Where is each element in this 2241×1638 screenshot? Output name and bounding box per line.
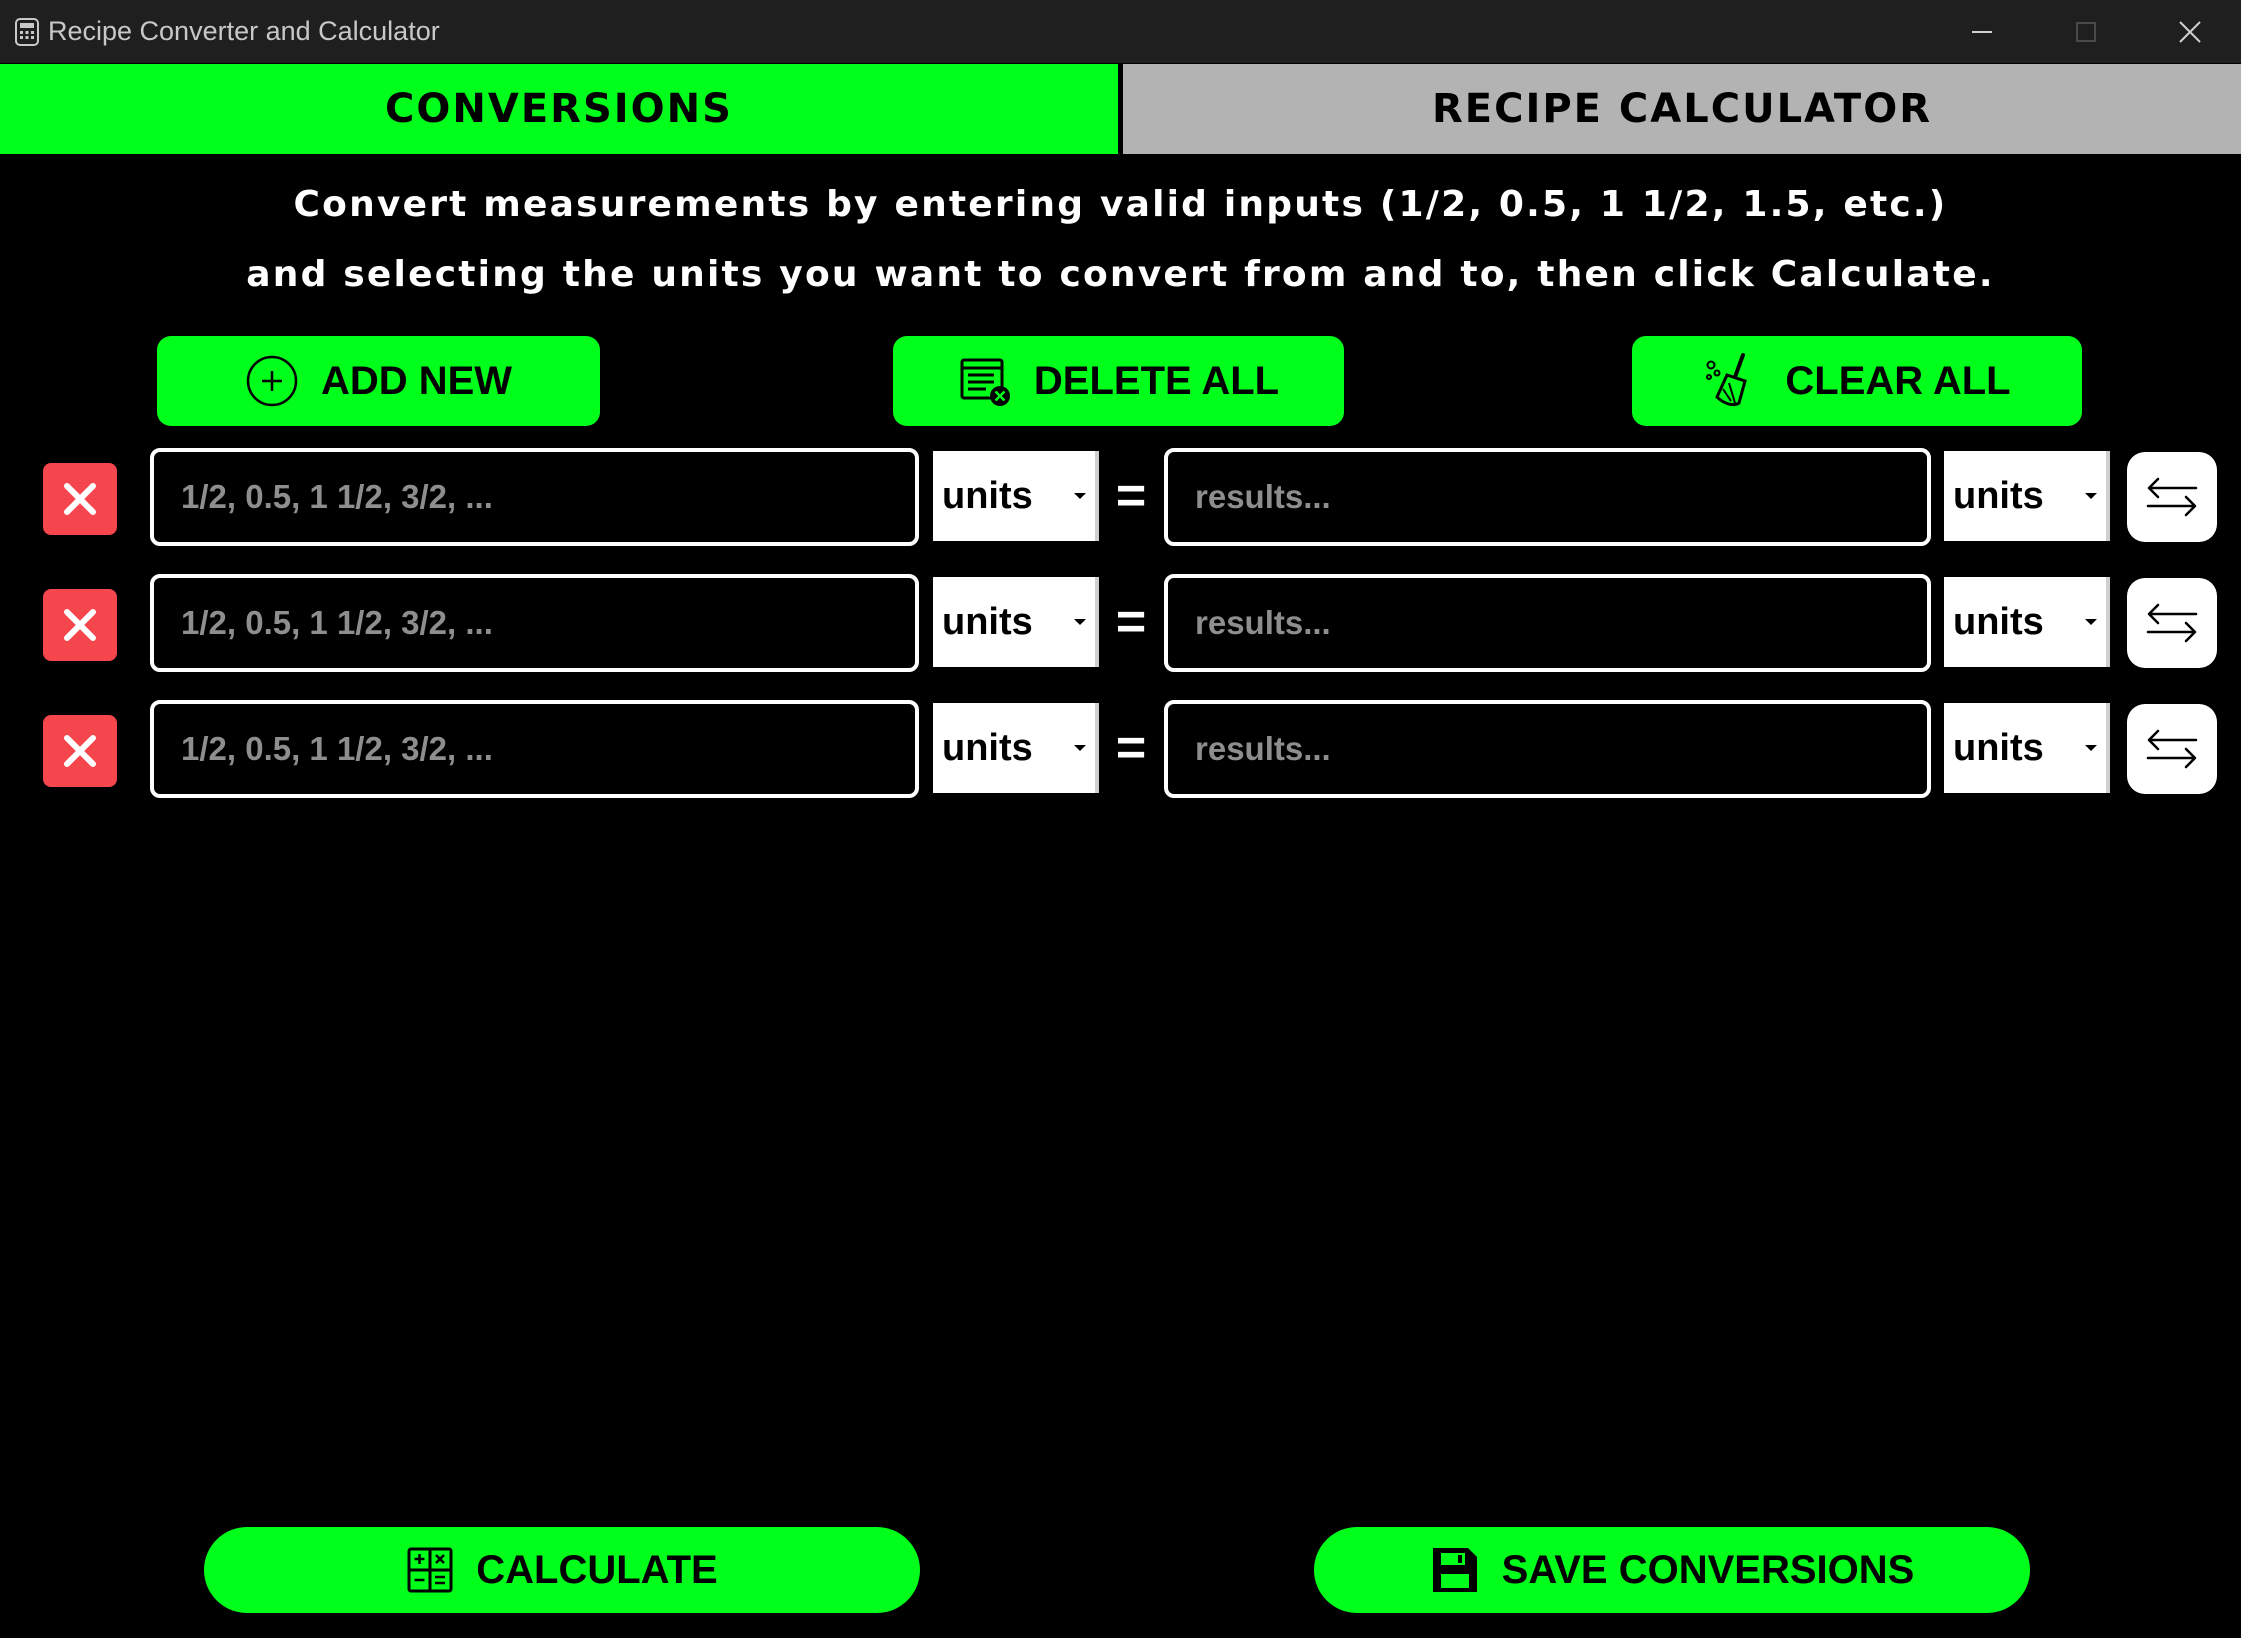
result-field[interactable]: results... xyxy=(1164,448,1931,546)
close-icon xyxy=(2179,20,2201,43)
swap-units-button[interactable] xyxy=(2127,452,2217,542)
close-button[interactable] xyxy=(2138,0,2241,63)
result-field[interactable]: results... xyxy=(1164,574,1931,672)
plus-circle-icon xyxy=(246,355,298,407)
swap-units-button[interactable] xyxy=(2127,578,2217,668)
to-unit-value: units xyxy=(1953,726,2044,769)
window-title: Recipe Converter and Calculator xyxy=(48,16,440,46)
chevron-down-icon xyxy=(2085,493,2097,499)
broom-icon xyxy=(1706,353,1748,407)
delete-row-button[interactable] xyxy=(43,463,117,535)
chevron-down-icon xyxy=(1074,745,1086,751)
save-conversions-label: SAVE CONVERSIONS xyxy=(1501,1547,1915,1592)
chevron-down-icon xyxy=(1074,493,1086,499)
calculate-label: CALCULATE xyxy=(476,1547,718,1592)
conversion-row: 1/2, 0.5, 1 1/2, 3/2, ... units = result… xyxy=(0,574,2241,674)
instructions-line-2: and selecting the units you want to conv… xyxy=(246,254,1995,295)
to-unit-select[interactable]: units xyxy=(1944,703,2110,793)
from-unit-value: units xyxy=(942,474,1033,517)
chevron-down-icon xyxy=(2085,619,2097,625)
chevron-down-icon xyxy=(1074,619,1086,625)
from-unit-select[interactable]: units xyxy=(933,451,1099,541)
to-unit-value: units xyxy=(1953,474,2044,517)
swap-arrows-icon xyxy=(2146,729,2198,769)
conversion-row: 1/2, 0.5, 1 1/2, 3/2, ... units = result… xyxy=(0,448,2241,548)
from-unit-select[interactable]: units xyxy=(933,703,1099,793)
title-bar: Recipe Converter and Calculator xyxy=(0,0,2241,63)
calculate-button[interactable]: CALCULATE xyxy=(204,1527,920,1613)
swap-arrows-icon xyxy=(2146,603,2198,643)
to-unit-select[interactable]: units xyxy=(1944,577,2110,667)
tab-conversions[interactable]: CONVERSIONS xyxy=(0,64,1118,154)
save-conversions-button[interactable]: SAVE CONVERSIONS xyxy=(1314,1527,2030,1613)
close-icon xyxy=(64,735,96,767)
delete-all-button[interactable]: DELETE ALL xyxy=(893,336,1344,426)
minimize-icon xyxy=(1972,30,1992,33)
minimize-button[interactable] xyxy=(1930,0,2034,63)
chevron-down-icon xyxy=(2085,745,2097,751)
from-unit-value: units xyxy=(942,600,1033,643)
save-floppy-icon xyxy=(1432,1548,1477,1592)
maximize-icon xyxy=(2076,21,2096,42)
conversion-row: 1/2, 0.5, 1 1/2, 3/2, ... units = result… xyxy=(0,700,2241,800)
from-unit-select[interactable]: units xyxy=(933,577,1099,667)
add-new-label: ADD NEW xyxy=(320,358,513,403)
swap-arrows-icon xyxy=(2146,477,2198,517)
quantity-input[interactable]: 1/2, 0.5, 1 1/2, 3/2, ... xyxy=(150,700,919,798)
delete-row-button[interactable] xyxy=(43,715,117,787)
from-unit-value: units xyxy=(942,726,1033,769)
delete-all-label: DELETE ALL xyxy=(1033,358,1280,403)
to-unit-value: units xyxy=(1953,600,2044,643)
clear-all-label: CLEAR ALL xyxy=(1785,358,2011,403)
instructions-line-1: Convert measurements by entering valid i… xyxy=(293,184,1948,225)
to-unit-select[interactable]: units xyxy=(1944,451,2110,541)
maximize-button[interactable] xyxy=(2034,0,2138,63)
clear-all-button[interactable]: CLEAR ALL xyxy=(1632,336,2082,426)
equals-sign: = xyxy=(1115,719,1147,777)
close-icon xyxy=(64,609,96,641)
delete-list-icon xyxy=(960,358,1010,406)
equals-sign: = xyxy=(1115,467,1147,525)
swap-units-button[interactable] xyxy=(2127,704,2217,794)
calculator-icon xyxy=(15,18,39,46)
quantity-input[interactable]: 1/2, 0.5, 1 1/2, 3/2, ... xyxy=(150,448,919,546)
result-field[interactable]: results... xyxy=(1164,700,1931,798)
add-new-button[interactable]: ADD NEW xyxy=(157,336,600,426)
tab-recipe-calculator[interactable]: RECIPE CALCULATOR xyxy=(1123,64,2241,154)
quantity-input[interactable]: 1/2, 0.5, 1 1/2, 3/2, ... xyxy=(150,574,919,672)
equals-sign: = xyxy=(1115,593,1147,651)
close-icon xyxy=(64,483,96,515)
calculator-icon xyxy=(407,1547,453,1593)
delete-row-button[interactable] xyxy=(43,589,117,661)
